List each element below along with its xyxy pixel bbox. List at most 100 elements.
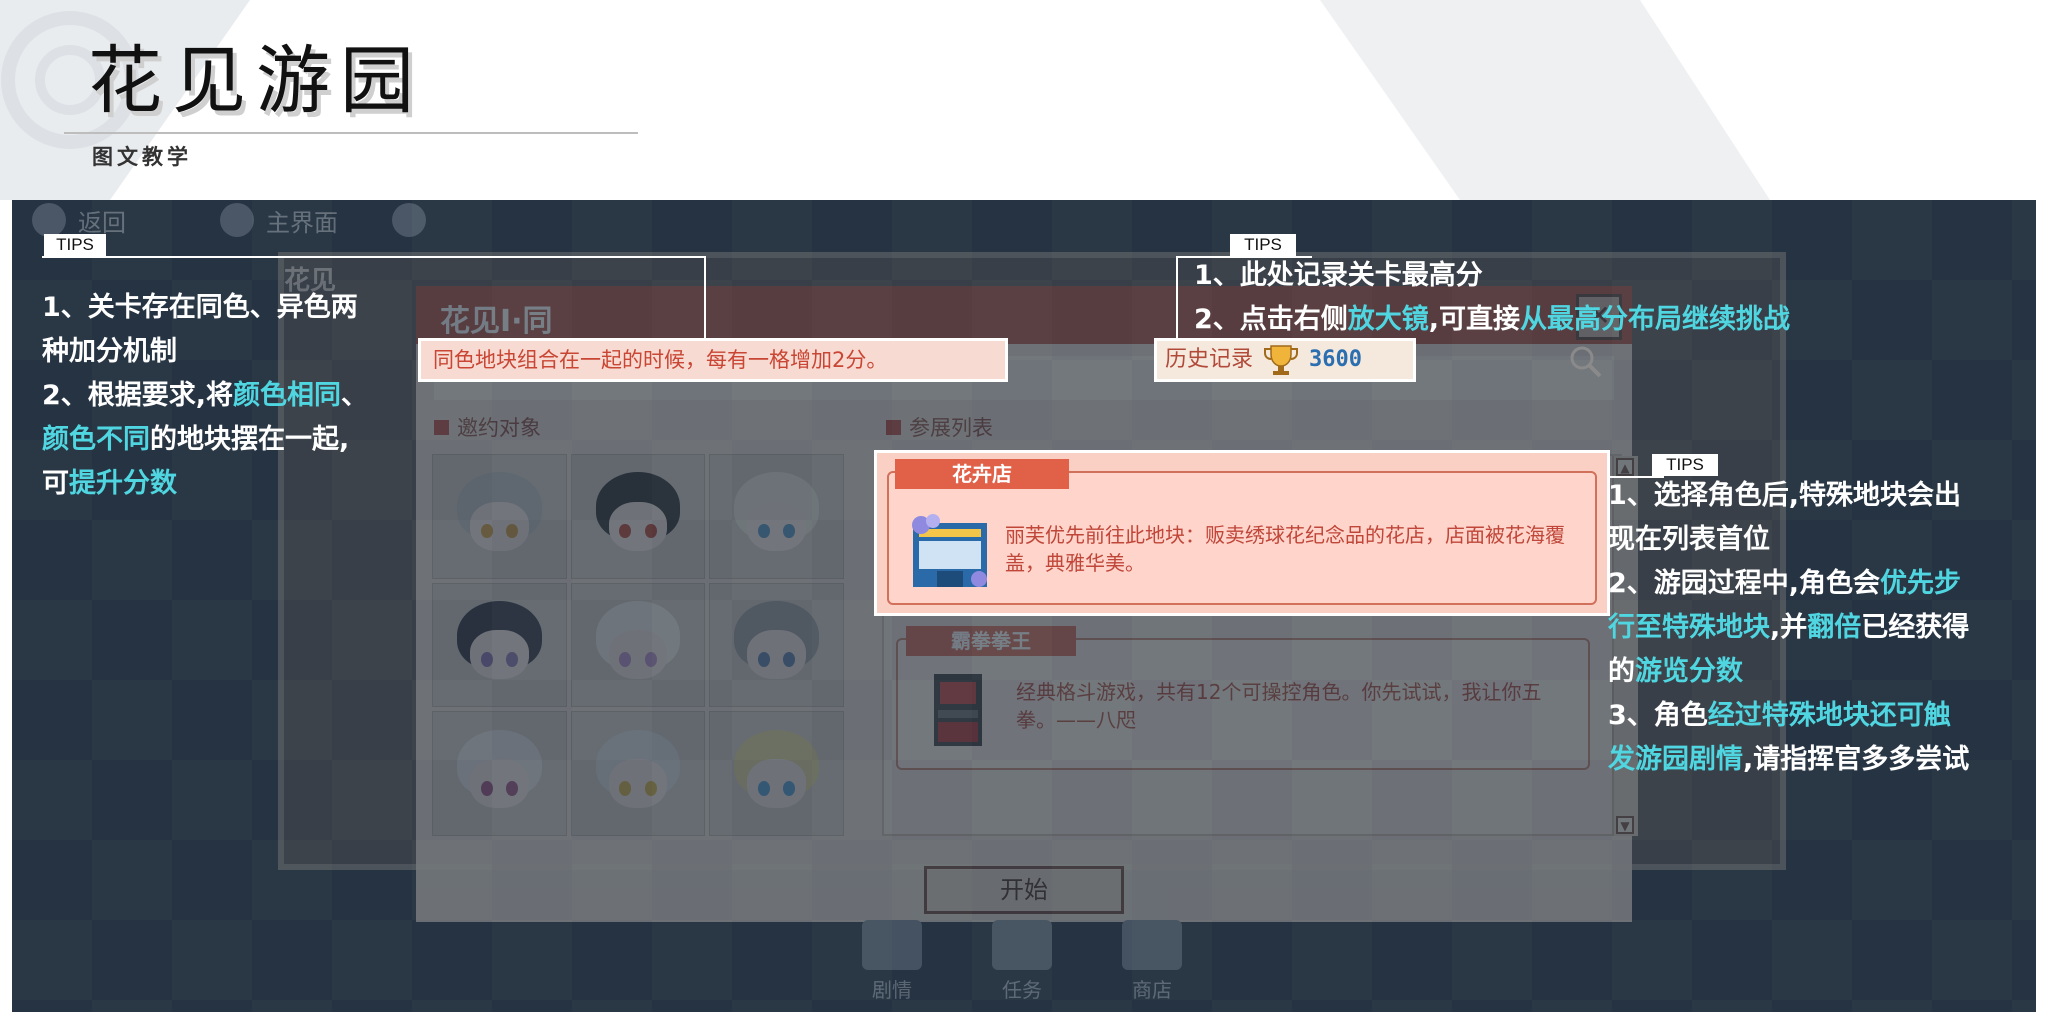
tips-highlight-text: 发游园剧情 [1608,744,1743,775]
callout-line [704,256,706,340]
character-avatar[interactable] [432,711,567,836]
title-divider [64,132,638,134]
tips-line: 的游览分数 [1608,650,2036,694]
tips-line: 现在列表首位 [1608,518,2036,562]
task-icon [992,920,1052,970]
tips-text-segment: 2、点击右侧 [1194,304,1348,335]
character-avatar[interactable] [570,711,706,836]
character-avatar[interactable] [570,582,706,708]
scroll-down-icon[interactable]: ▼ [1616,816,1634,834]
tips-label-3: TIPS [1652,454,1718,476]
home-label: 主界面 [266,208,338,237]
character-avatar[interactable] [432,582,567,708]
tips-text-segment: 3、角色 [1608,700,1708,731]
section-marker-icon [886,419,901,435]
tips-text-segment: 已经获得 [1861,612,1970,643]
tips-text-segment: 2、游园过程中,角色会 [1608,568,1881,599]
record-highlight[interactable]: 历史记录 3600 [1154,338,1416,382]
page-subtitle: 图文教学 [92,145,192,169]
story-icon [862,920,922,970]
start-button[interactable]: 开始 [924,866,1124,914]
character-avatar[interactable] [709,454,844,579]
section-invite-label: 邀约对象 [457,416,541,440]
tips-line: 行至特殊地块,并翻倍已经获得 [1608,606,2036,650]
tutorial-screenshot: 返回 主界面 花见 花见Ⅰ·同 ✕ 邀约对象 参展列表 ▲ ▼ 霸拳拳王 经典格… [12,200,2036,1012]
shop-icon [1122,920,1182,970]
stall-card[interactable]: 霸拳拳王 经典格斗游戏，共有12个可操控角色。你先试试，我让你五拳。——八咫 [896,626,1590,770]
tips-highlight-text: 放大镜 [1347,304,1429,335]
tips-text-segment: 可 [42,468,69,499]
tips-text-segment: 1、此处记录关卡最高分 [1194,260,1483,291]
character-grid [432,454,844,836]
page-title: 花见游园 [88,38,424,124]
tips-highlight-text: 翻倍 [1807,612,1862,643]
tips-line: 可提升分数 [42,462,422,506]
arcade-machine-icon [934,674,982,746]
record-score: 3600 [1309,347,1362,372]
tips-line: 颜色不同的地块摆在一起, [42,418,422,462]
tips-text-3: 1、选择角色后,特殊地块会出 现在列表首位 2、游园过程中,角色会优先步 行至特殊地块… [1608,474,2036,782]
tips-highlight-text: 颜色相同 [233,380,342,411]
hint-highlight: 同色地块组合在一起的时候，每有一格增加2分。 [418,338,1008,382]
tips-text-1: 1、关卡存在同色、异色两 种加分机制 2、根据要求,将颜色相同、 颜色不同的地块摆在一… [42,286,422,506]
stall-description: 经典格斗游戏，共有12个可操控角色。你先试试，我让你五拳。——八咫 [1016,680,1542,732]
tips-line: 2、游园过程中,角色会优先步 [1608,562,2036,606]
tips-text-segment: 1、选择角色后,特殊地块会出 [1608,480,1962,511]
special-stall-description: 丽芙优先前往此地块：贩卖绣球花纪念品的花店，店面被花海覆盖，典雅华美。 [1005,523,1565,575]
tips-text-segment: ,请指挥官多多尝试 [1743,744,1970,775]
trophy-icon [1264,345,1299,375]
tips-text-segment: 2、根据要求,将 [42,380,234,411]
tips-line: 1、此处记录关卡最高分 [1194,254,1954,298]
tips-highlight-text: 优先步 [1880,568,1962,599]
tips-text-segment: ,并 [1770,612,1808,643]
nav-story[interactable]: 剧情 [862,920,922,1003]
character-avatar[interactable] [709,711,844,836]
tips-text-2: 1、此处记录关卡最高分 2、点击右侧放大镜,可直接从最高分布局继续挑战 [1194,254,1954,342]
nav-shop-label: 商店 [1132,978,1172,1002]
home-button[interactable]: 主界面 [220,203,338,238]
tips-highlight-text: 颜色不同 [42,424,150,455]
nav-shop[interactable]: 商店 [1122,920,1182,1003]
nav-task-label: 任务 [1002,978,1042,1002]
tips-text-segment: 、 [341,380,369,411]
back-icon [32,203,66,237]
callout-line [1176,256,1178,340]
section-list-label: 参展列表 [909,416,993,440]
back-label: 返回 [78,208,126,237]
nav-story-label: 剧情 [872,978,912,1002]
info-icon[interactable] [392,203,426,237]
tips-text-segment: 的 [1608,656,1635,687]
character-avatar[interactable] [432,454,567,579]
nav-task[interactable]: 任务 [992,920,1052,1003]
character-avatar[interactable] [570,454,706,579]
tips-line: 种加分机制 [42,330,422,374]
special-stall-tag: 花卉店 [895,459,1069,489]
tips-highlight-text: 经过特殊地块还可触 [1707,700,1951,731]
record-label: 历史记录 [1165,347,1254,372]
tips-line: 1、选择角色后,特殊地块会出 [1608,474,2036,518]
flower-shop-icon [912,514,987,587]
back-button[interactable]: 返回 [32,203,126,238]
tips-line: 2、根据要求,将颜色相同、 [42,374,422,418]
stall-tag: 霸拳拳王 [906,626,1076,656]
tips-text-segment: 种加分机制 [42,336,177,367]
tips-highlight-text: 游览分数 [1635,656,1743,687]
tips-highlight-text: 从最高分布局继续挑战 [1520,304,1791,335]
tips-line: 3、角色经过特殊地块还可触 [1608,694,2036,738]
section-invite: 邀约对象 [434,412,541,442]
home-icon [220,203,254,237]
tips-line: 1、关卡存在同色、异色两 [42,286,422,330]
character-avatar[interactable] [709,582,844,708]
magnifier-icon[interactable] [1568,344,1604,380]
section-marker-icon [434,419,449,435]
tips-line: 发游园剧情,请指挥官多多尝试 [1608,738,2036,782]
tips-text-segment: 1、关卡存在同色、异色两 [42,292,358,323]
tips-label-1: TIPS [44,234,106,256]
special-stall-highlight[interactable]: 花卉店 丽芙优先前往此地块：贩卖绣球花纪念品的花店，店面被花海覆盖，典雅华美。 [874,450,1610,616]
tips-label-2: TIPS [1230,234,1296,256]
tips-text-segment: ,可直接 [1428,304,1521,335]
callout-line [42,256,706,258]
dialog-title: 花见Ⅰ·同 [440,304,553,339]
tips-text-segment: 的地块摆在一起, [150,424,350,455]
tips-line: 2、点击右侧放大镜,可直接从最高分布局继续挑战 [1194,298,1954,342]
